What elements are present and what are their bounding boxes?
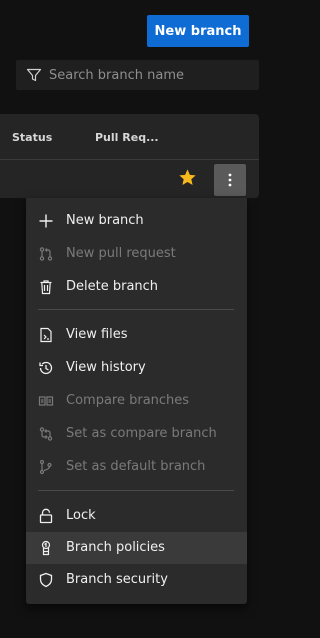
menu-item-label: Lock xyxy=(66,508,96,523)
menu-item-branch-policies[interactable]: Branch policies xyxy=(26,532,247,564)
table-header: Status Pull Req... xyxy=(0,114,259,160)
compare-branch-icon xyxy=(38,426,54,442)
policy-icon xyxy=(38,540,54,556)
menu-item-label: Branch security xyxy=(66,572,168,587)
menu-item-branch-security[interactable]: Branch security xyxy=(26,564,247,596)
branch-context-menu: New branch New pull request Delete branc… xyxy=(26,198,247,604)
menu-divider xyxy=(38,309,234,310)
menu-divider xyxy=(38,490,234,491)
menu-item-compare-branches: Compare branches xyxy=(26,385,247,417)
menu-item-set-default-branch: Set as default branch xyxy=(26,451,247,483)
column-header-pull-requests[interactable]: Pull Req... xyxy=(95,131,159,144)
menu-item-label: New pull request xyxy=(66,246,176,261)
menu-item-view-files[interactable]: View files xyxy=(26,319,247,351)
menu-item-set-compare-branch: Set as compare branch xyxy=(26,418,247,450)
menu-item-label: View files xyxy=(66,327,128,342)
more-actions-button[interactable] xyxy=(214,164,246,196)
menu-item-label: New branch xyxy=(66,213,144,228)
menu-item-new-pull-request: New pull request xyxy=(26,238,247,270)
compare-icon xyxy=(38,393,54,409)
new-branch-button[interactable]: New branch xyxy=(147,15,249,47)
more-vertical-icon xyxy=(228,173,232,187)
column-header-status[interactable]: Status xyxy=(12,131,52,144)
star-icon[interactable] xyxy=(178,168,197,187)
shield-icon xyxy=(38,572,54,588)
menu-item-new-branch[interactable]: New branch xyxy=(26,205,247,237)
search-input[interactable] xyxy=(49,67,259,83)
lock-icon xyxy=(38,508,54,524)
default-branch-icon xyxy=(38,459,54,475)
menu-item-view-history[interactable]: View history xyxy=(26,352,247,384)
file-icon xyxy=(38,327,54,343)
menu-item-label: Set as compare branch xyxy=(66,426,217,441)
filter-icon xyxy=(26,68,42,82)
pull-request-icon xyxy=(38,246,54,262)
menu-item-label: Set as default branch xyxy=(66,459,206,474)
history-icon xyxy=(38,360,54,376)
menu-item-label: View history xyxy=(66,360,146,375)
menu-item-delete-branch[interactable]: Delete branch xyxy=(26,271,247,303)
trash-icon xyxy=(38,279,54,295)
menu-item-label: Branch policies xyxy=(66,540,165,555)
menu-item-lock[interactable]: Lock xyxy=(26,500,247,532)
search-box[interactable] xyxy=(16,60,259,90)
menu-item-label: Delete branch xyxy=(66,279,159,294)
plus-icon xyxy=(38,213,54,229)
menu-item-label: Compare branches xyxy=(66,393,190,408)
